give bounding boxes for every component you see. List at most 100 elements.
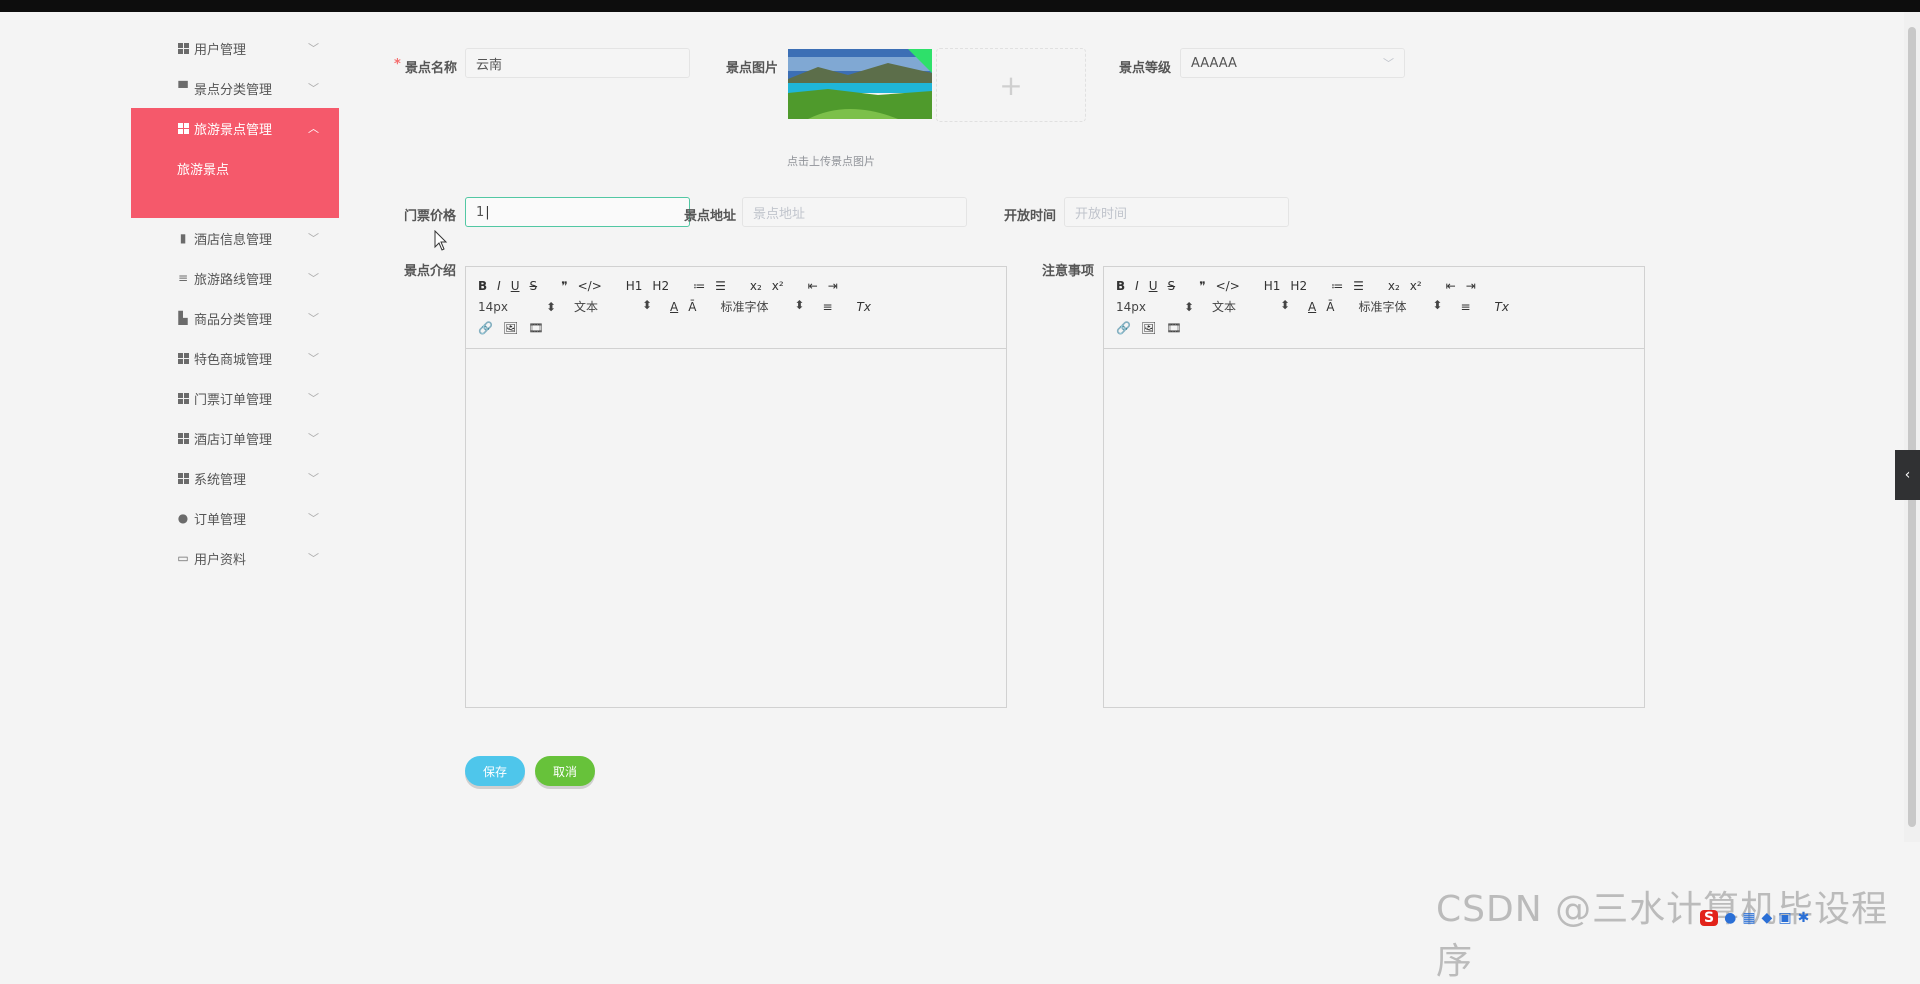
align-button[interactable]: ≡ (822, 300, 832, 314)
sidebar-item-hotel-info[interactable]: ▮ 酒店信息管理 ﹀ (131, 218, 339, 258)
code-button[interactable]: </> (578, 279, 602, 293)
settings-icon[interactable]: ✱ (1798, 910, 1810, 926)
bold-button[interactable]: B (478, 279, 487, 293)
keyboard-icon[interactable]: ▦ (1742, 910, 1755, 926)
italic-button[interactable]: I (1135, 279, 1139, 293)
chevron-down-icon: ﹀ (308, 552, 319, 565)
background-color-button[interactable]: Ā (1326, 300, 1334, 314)
chevron-up-icon: ︿ (308, 122, 319, 135)
level-select[interactable]: AAAAA ﹀ (1180, 48, 1405, 78)
font-select[interactable]: 标准字体 ⬍ (720, 298, 804, 315)
price-input[interactable]: 1 | (465, 197, 690, 227)
clear-format-button[interactable]: Tx (1495, 300, 1509, 314)
save-button[interactable]: 保存 (465, 756, 525, 786)
image-icon[interactable]: 🖼 (503, 321, 518, 335)
strike-button[interactable]: S (1168, 279, 1176, 293)
background-color-button[interactable]: Ā (688, 300, 696, 314)
indent-button[interactable]: ⇥ (828, 279, 838, 293)
spot-image-thumbnail[interactable] (788, 49, 932, 119)
skin-icon[interactable]: ◆ (1762, 910, 1773, 926)
bullet-list-button[interactable]: ☰ (715, 279, 726, 293)
align-button[interactable]: ≡ (1460, 300, 1470, 314)
updown-icon: ⬍ (1279, 298, 1290, 312)
code-button[interactable]: </> (1216, 279, 1240, 293)
sidebar: 用户管理 ﹀ ▀ 景点分类管理 ﹀ 旅游景点管理 ︿ 旅游景点 ▮ 酒店信息管理… (131, 28, 339, 578)
grid-icon (176, 41, 190, 55)
chevron-down-icon: ﹀ (1383, 57, 1394, 70)
chevron-down-icon: ﹀ (308, 42, 319, 55)
editor-content-area[interactable] (466, 349, 1006, 707)
image-icon[interactable]: 🖼 (1141, 321, 1156, 335)
underline-button[interactable]: U (1149, 279, 1158, 293)
size-select[interactable]: 14px ⬍ (478, 300, 556, 314)
subscript-button[interactable]: x₂ (750, 279, 762, 293)
h1-button[interactable]: H1 (1264, 279, 1281, 293)
quote-button[interactable]: ❞ (1199, 279, 1205, 293)
open-time-input[interactable]: 开放时间 (1064, 197, 1289, 227)
sidebar-item-routes[interactable]: ≡ 旅游路线管理 ﹀ (131, 258, 339, 298)
sidebar-item-special-mall[interactable]: 特色商城管理 ﹀ (131, 338, 339, 378)
collapse-panel-button[interactable]: ‹ (1895, 450, 1920, 500)
cancel-button[interactable]: 取消 (535, 756, 595, 786)
h2-button[interactable]: H2 (1290, 279, 1307, 293)
header-select[interactable]: 文本 ⬍ (574, 298, 652, 315)
sidebar-item-user-profile[interactable]: ▭ 用户资料 ﹀ (131, 538, 339, 578)
link-icon[interactable]: 🔗 (1116, 321, 1131, 335)
header-select[interactable]: 文本 ⬍ (1212, 298, 1290, 315)
subscript-button[interactable]: x₂ (1388, 279, 1400, 293)
outdent-button[interactable]: ⇤ (808, 279, 818, 293)
mic-icon[interactable]: ● (1724, 910, 1736, 926)
sidebar-item-orders[interactable]: ● 订单管理 ﹀ (131, 498, 339, 538)
address-input[interactable]: 景点地址 (742, 197, 967, 227)
price-label: 门票价格 (404, 209, 457, 224)
sidebar-item-spot-category[interactable]: ▀ 景点分类管理 ﹀ (131, 68, 339, 108)
link-icon[interactable]: 🔗 (478, 321, 493, 335)
image-label: 景点图片 (726, 61, 779, 76)
sidebar-subitem-tourist-spot[interactable]: 旅游景点 (131, 148, 339, 188)
bullet-list-button[interactable]: ☰ (1353, 279, 1364, 293)
upload-button[interactable]: + (936, 48, 1086, 122)
underline-button[interactable]: U (511, 279, 520, 293)
sidebar-item-tourist-spots[interactable]: 旅游景点管理 ︿ (131, 108, 339, 148)
font-color-button[interactable]: A (1308, 300, 1316, 314)
sogou-icon[interactable]: S (1700, 910, 1719, 926)
font-color-button[interactable]: A (670, 300, 678, 314)
ordered-list-button[interactable]: ≔ (693, 279, 705, 293)
bar-chart-icon: ▮ (179, 231, 187, 245)
ordered-list-button[interactable]: ≔ (1331, 279, 1343, 293)
grid-icon (176, 431, 190, 445)
bold-button[interactable]: B (1116, 279, 1125, 293)
editor-content-area[interactable] (1104, 349, 1644, 707)
video-icon[interactable]: 🎞 (528, 321, 543, 335)
page-scrollbar[interactable] (1904, 12, 1920, 842)
superscript-button[interactable]: x² (772, 279, 784, 293)
plus-icon: + (999, 68, 1023, 102)
profile-icon: ▭ (177, 551, 189, 565)
outdent-button[interactable]: ⇤ (1446, 279, 1456, 293)
shop-icon: ▙ (178, 311, 188, 325)
tools-icon[interactable]: ▣ (1778, 910, 1791, 926)
video-icon[interactable]: 🎞 (1166, 321, 1181, 335)
editor-toolbar: B I U S ❞ </> H1 H2 ≔ ☰ x₂ x² ⇤ ⇥ 14px ⬍ … (1104, 267, 1644, 349)
clear-format-button[interactable]: Tx (857, 300, 871, 314)
quote-button[interactable]: ❞ (561, 279, 567, 293)
name-input[interactable]: 云南 (465, 48, 690, 78)
sidebar-item-users[interactable]: 用户管理 ﹀ (131, 28, 339, 68)
intro-editor[interactable]: B I U S ❞ </> H1 H2 ≔ ☰ x₂ x² ⇤ ⇥ 14px ⬍ … (465, 266, 1007, 708)
sidebar-item-hotel-orders[interactable]: 酒店订单管理 ﹀ (131, 418, 339, 458)
notes-editor[interactable]: B I U S ❞ </> H1 H2 ≔ ☰ x₂ x² ⇤ ⇥ 14px ⬍ … (1103, 266, 1645, 708)
sidebar-item-ticket-orders[interactable]: 门票订单管理 ﹀ (131, 378, 339, 418)
italic-button[interactable]: I (497, 279, 501, 293)
h2-button[interactable]: H2 (652, 279, 669, 293)
h1-button[interactable]: H1 (626, 279, 643, 293)
sidebar-item-goods-category[interactable]: ▙ 商品分类管理 ﹀ (131, 298, 339, 338)
indent-button[interactable]: ⇥ (1466, 279, 1476, 293)
font-select[interactable]: 标准字体 ⬍ (1358, 298, 1442, 315)
scrollbar-thumb[interactable] (1908, 27, 1916, 827)
superscript-button[interactable]: x² (1410, 279, 1422, 293)
size-select[interactable]: 14px ⬍ (1116, 300, 1194, 314)
sidebar-item-system[interactable]: 系统管理 ﹀ (131, 458, 339, 498)
chevron-down-icon: ﹀ (308, 312, 319, 325)
chevron-down-icon: ﹀ (308, 352, 319, 365)
strike-button[interactable]: S (530, 279, 538, 293)
